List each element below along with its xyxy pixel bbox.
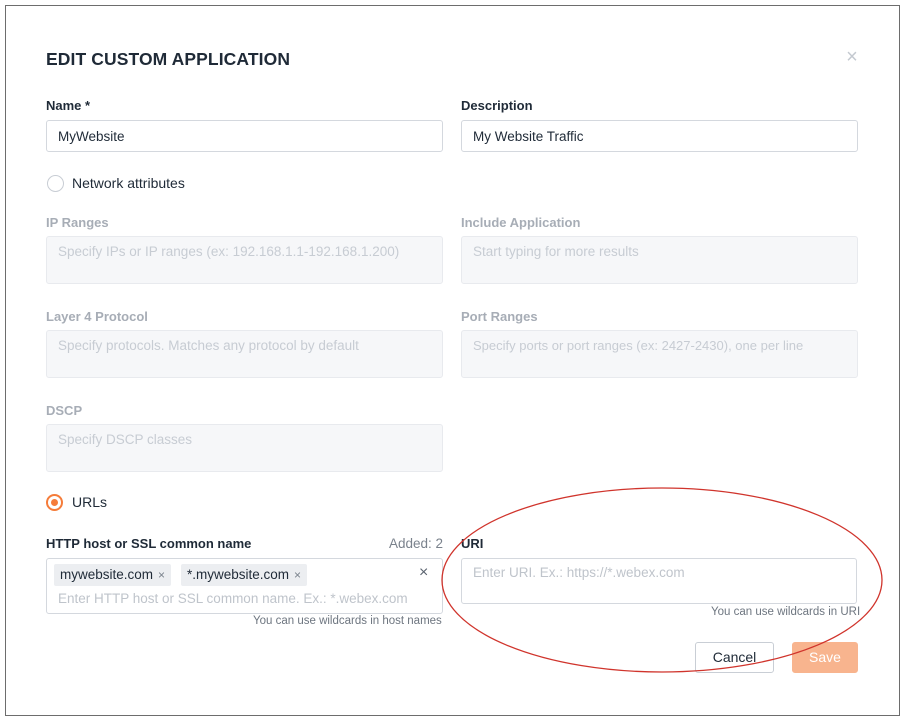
network-attributes-label: Network attributes: [72, 175, 185, 191]
http-host-hint: You can use wildcards in host names: [253, 615, 442, 627]
network-attributes-radio[interactable]: [47, 175, 64, 192]
layer4-protocol-label: Layer 4 Protocol: [46, 309, 148, 324]
include-application-field[interactable]: Start typing for more results: [461, 236, 858, 284]
name-label: Name *: [46, 98, 91, 113]
ip-ranges-field[interactable]: Specify IPs or IP ranges (ex: 192.168.1.…: [46, 236, 443, 284]
description-label: Description: [461, 98, 533, 113]
include-application-label: Include Application: [461, 215, 581, 230]
dscp-field[interactable]: Specify DSCP classes: [46, 424, 443, 472]
host-tag: *.mywebsite.com ×: [181, 564, 308, 586]
port-ranges-label: Port Ranges: [461, 309, 538, 324]
port-ranges-field[interactable]: Specify ports or port ranges (ex: 2427-2…: [461, 330, 858, 378]
description-input[interactable]: [461, 120, 858, 152]
host-tag-text: mywebsite.com: [60, 567, 154, 582]
host-tag: mywebsite.com ×: [54, 564, 172, 586]
remove-tag-icon[interactable]: ×: [158, 568, 165, 582]
added-count: Added: 2: [389, 536, 444, 551]
urls-radio[interactable]: [46, 494, 63, 511]
name-input[interactable]: [46, 120, 443, 152]
clear-all-icon[interactable]: ×: [419, 564, 428, 582]
remove-tag-icon[interactable]: ×: [294, 568, 301, 582]
http-host-label: HTTP host or SSL common name: [46, 536, 252, 551]
modal-title: EDIT CUSTOM APPLICATION: [46, 49, 291, 69]
urls-label: URLs: [72, 494, 108, 510]
ip-ranges-label: IP Ranges: [46, 215, 109, 230]
host-tag-text: *.mywebsite.com: [187, 567, 290, 582]
http-host-tag-input[interactable]: mywebsite.com × *.mywebsite.com × × Enter …: [46, 558, 443, 614]
annotation-ellipse: [441, 487, 883, 673]
close-icon[interactable]: ×: [843, 47, 861, 67]
dscp-label: DSCP: [46, 403, 83, 418]
http-host-placeholder: Enter HTTP host or SSL common name. Ex.:…: [58, 591, 408, 606]
layer4-protocol-field[interactable]: Specify protocols. Matches any protocol …: [46, 330, 443, 378]
